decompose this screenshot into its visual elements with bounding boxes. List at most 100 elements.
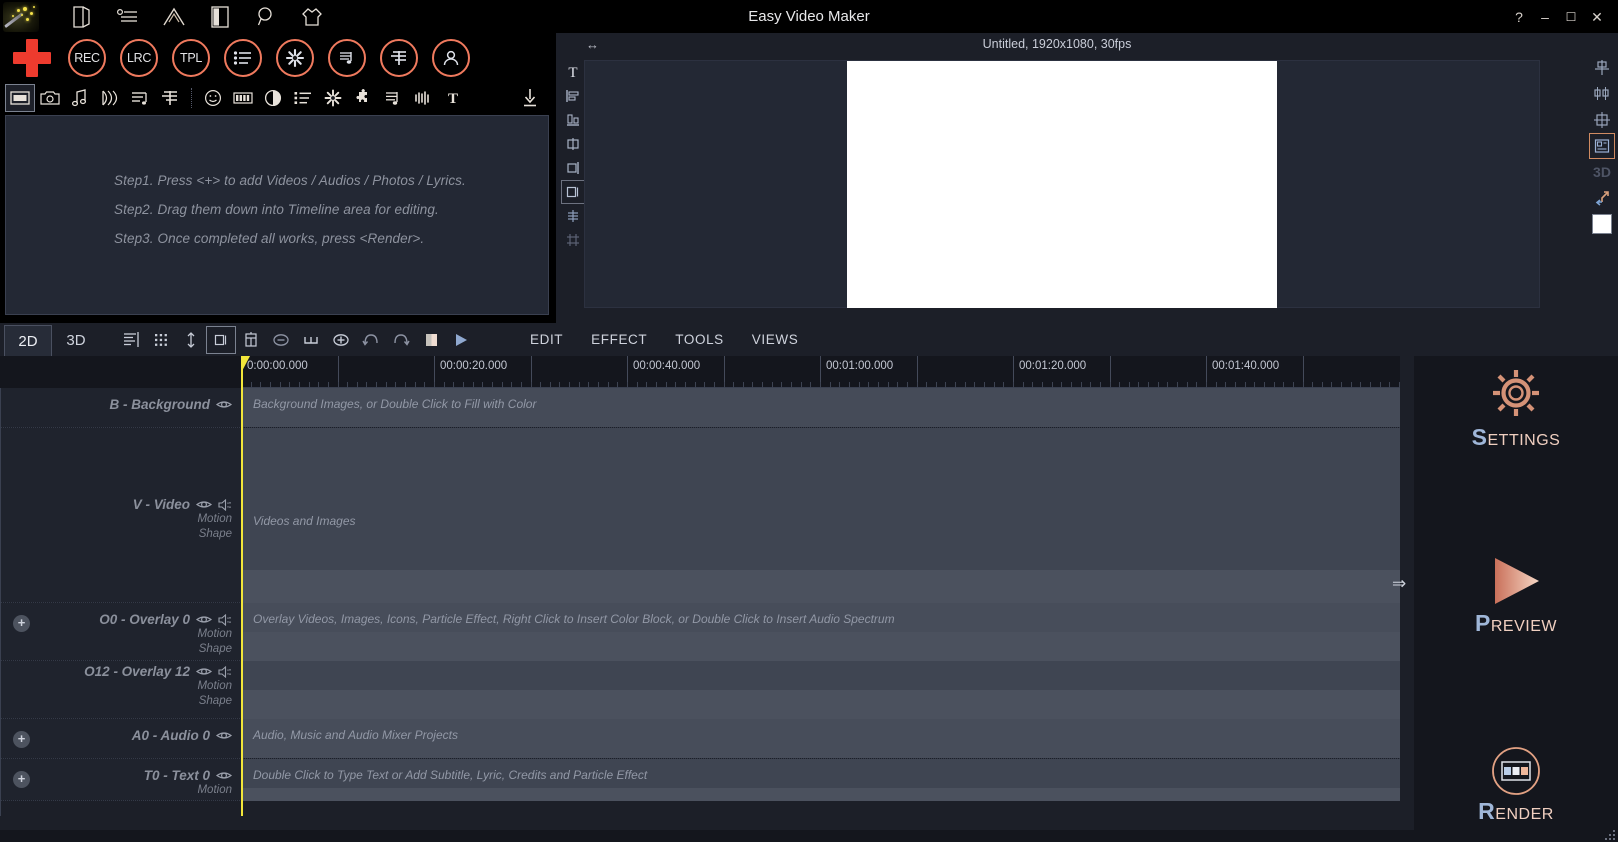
track-sub-shape[interactable]: Shape	[199, 694, 232, 709]
window-resize-grip[interactable]	[1605, 830, 1615, 840]
text-format-tab-icon[interactable]	[155, 84, 185, 112]
timeline-ruler[interactable]: 0:00:00.000 00:00:20.000 00:00:40.000 00:01…	[0, 356, 1497, 388]
visibility-eye-icon[interactable]	[216, 770, 232, 781]
track-sub-motion[interactable]: Motion	[197, 512, 232, 527]
list-button[interactable]	[224, 39, 262, 77]
menu-edit[interactable]: EDIT	[516, 332, 577, 347]
particle-tab-icon[interactable]	[318, 84, 348, 112]
add-track-button[interactable]: +	[13, 615, 30, 632]
visibility-eye-icon[interactable]	[216, 399, 232, 410]
collapse-arrow-icon[interactable]: ⇒	[1392, 574, 1406, 594]
text-motion-lane[interactable]	[242, 788, 1400, 801]
track-sub-motion[interactable]: Motion	[197, 783, 232, 798]
color-wheel-tab-icon[interactable]	[258, 84, 288, 112]
help-button[interactable]: ?	[1506, 0, 1532, 33]
track-background[interactable]: B - Background Background Images, or Doub…	[1, 388, 1400, 428]
playlist-tab-icon[interactable]	[125, 84, 155, 112]
track-background-lane[interactable]: Background Images, or Double Click to Fi…	[242, 388, 1400, 427]
tpl-button[interactable]: TPL	[172, 39, 210, 77]
open-project-icon[interactable]	[59, 0, 105, 33]
add-track-button[interactable]: +	[13, 771, 30, 788]
preview-button[interactable]: PREVIEW	[1414, 554, 1618, 637]
filmstrip-tab-icon[interactable]	[228, 84, 258, 112]
add-track-button[interactable]: +	[13, 731, 30, 748]
grid-view-icon[interactable]	[146, 326, 176, 354]
visibility-eye-icon[interactable]	[216, 730, 232, 741]
overlay-motion-lane[interactable]	[242, 632, 1400, 661]
add-media-button[interactable]	[10, 36, 54, 80]
track-sub-motion[interactable]: Motion	[197, 679, 232, 694]
zoom-out-icon[interactable]	[266, 326, 296, 354]
align-right-icon[interactable]	[561, 156, 585, 180]
tab-2d[interactable]: 2D	[4, 325, 52, 356]
track-video-lane[interactable]: Videos and Images	[242, 428, 1400, 603]
grid-icon[interactable]	[561, 228, 585, 252]
audio-tab-icon[interactable]	[65, 84, 95, 112]
track-sub-shape[interactable]: Shape	[199, 642, 232, 657]
track-text-0[interactable]: + T0 - Text 0 Motion Double Click to Type T…	[1, 759, 1400, 801]
play-icon[interactable]	[446, 326, 476, 354]
3d-toggle[interactable]: 3D	[1589, 159, 1615, 185]
menu-tools[interactable]: TOOLS	[661, 332, 738, 347]
media-tab-icon[interactable]	[5, 84, 35, 112]
preview-video-frame[interactable]	[847, 61, 1277, 308]
align-horizontal-center-icon[interactable]	[1589, 55, 1615, 81]
download-icon[interactable]	[518, 86, 542, 110]
snap-icon[interactable]	[561, 204, 585, 228]
mute-speaker-icon[interactable]	[218, 613, 232, 626]
note-tab-icon[interactable]	[378, 84, 408, 112]
calendar-icon[interactable]	[236, 326, 266, 354]
split-view-icon[interactable]	[197, 0, 243, 33]
skin-icon[interactable]	[289, 0, 335, 33]
zoom-range-icon[interactable]	[296, 326, 326, 354]
align-bottom-icon[interactable]	[561, 108, 585, 132]
compass-icon[interactable]	[151, 0, 197, 33]
color-swatch[interactable]	[1589, 211, 1615, 237]
visibility-eye-icon[interactable]	[196, 666, 212, 677]
music-button[interactable]	[328, 39, 366, 77]
mute-speaker-icon[interactable]	[218, 498, 232, 511]
text-button[interactable]	[380, 39, 418, 77]
rec-button[interactable]: REC	[68, 39, 106, 77]
track-overlay-12[interactable]: O12 - Overlay 12 Motion Shape	[1, 661, 1400, 719]
photo-tab-icon[interactable]	[35, 84, 65, 112]
playhead[interactable]	[241, 356, 243, 816]
render-button[interactable]: RENDER	[1414, 746, 1618, 825]
minimize-button[interactable]: –	[1532, 0, 1558, 33]
track-audio-0-lane[interactable]: Audio, Music and Audio Mixer Projects	[242, 719, 1400, 758]
fit-frame-icon[interactable]	[561, 180, 585, 204]
align-center-vertical-icon[interactable]	[561, 132, 585, 156]
track-video[interactable]: V - Video Motion Shape Videos and Images	[1, 428, 1400, 603]
track-overlay-12-lane[interactable]	[242, 661, 1400, 719]
tab-3d[interactable]: 3D	[52, 325, 100, 356]
zoom-in-icon[interactable]	[326, 326, 356, 354]
fit-timeline-icon[interactable]	[206, 325, 236, 354]
transform-icon[interactable]	[1589, 185, 1615, 211]
menu-views[interactable]: VIEWS	[738, 332, 813, 347]
typography-tab-icon[interactable]: T	[438, 84, 468, 112]
video-motion-lane[interactable]	[242, 570, 1400, 603]
puzzle-tab-icon[interactable]	[348, 84, 378, 112]
track-sub-motion[interactable]: Motion	[197, 627, 232, 642]
settings-button[interactable]: SETTINGS	[1414, 364, 1618, 451]
search-icon[interactable]	[243, 0, 289, 33]
track-overlay-0-lane[interactable]: Overlay Videos, Images, Icons, Particle …	[242, 603, 1400, 661]
user-button[interactable]	[432, 39, 470, 77]
overlay-motion-lane[interactable]	[242, 690, 1400, 719]
list-tab-icon[interactable]	[288, 84, 318, 112]
close-button[interactable]: ✕	[1584, 0, 1610, 33]
spectrum-tab-icon[interactable]	[408, 84, 438, 112]
align-left-icon[interactable]	[561, 84, 585, 108]
track-height-icon[interactable]	[176, 326, 206, 354]
grid-align-icon[interactable]	[1589, 107, 1615, 133]
track-text-0-lane[interactable]: Double Click to Type Text or Add Subtitl…	[242, 759, 1400, 801]
emoji-tab-icon[interactable]	[198, 84, 228, 112]
distribute-icon[interactable]	[1589, 81, 1615, 107]
transition-tab-icon[interactable]	[95, 84, 125, 112]
project-list-icon[interactable]	[105, 0, 151, 33]
visibility-eye-icon[interactable]	[196, 614, 212, 625]
visibility-eye-icon[interactable]	[196, 499, 212, 510]
track-sub-shape[interactable]: Shape	[199, 527, 232, 542]
track-list-icon[interactable]	[116, 326, 146, 354]
undo-icon[interactable]	[356, 326, 386, 354]
